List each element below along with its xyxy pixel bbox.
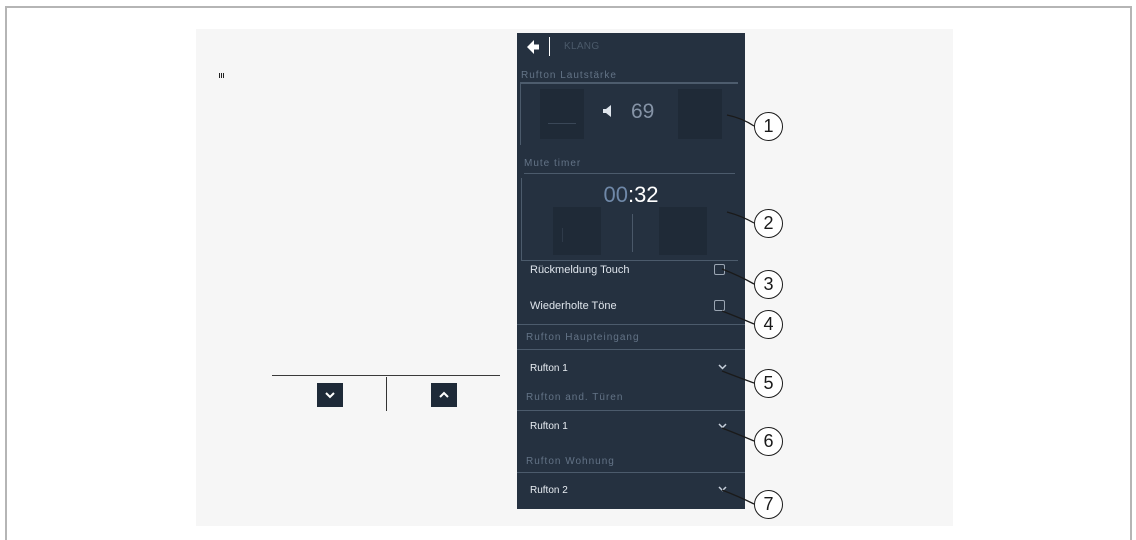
- leader-line-1: [726, 114, 755, 127]
- callout-5: 5: [754, 369, 783, 398]
- leader-line-2: [726, 211, 755, 224]
- callout-2: 2: [754, 209, 783, 238]
- callout-6: 6: [754, 427, 783, 456]
- callout-3: 3: [754, 270, 783, 299]
- callout-1: 1: [754, 112, 783, 141]
- callout-4: 4: [754, 310, 783, 339]
- leader-line-6: [721, 427, 755, 442]
- callout-7: 7: [754, 490, 783, 519]
- leader-line-3: [721, 268, 755, 285]
- leader-line-4: [721, 310, 755, 325]
- leader-line-7: [721, 489, 755, 505]
- leader-line-5: [721, 370, 755, 384]
- callout-leader-lines: [721, 114, 755, 505]
